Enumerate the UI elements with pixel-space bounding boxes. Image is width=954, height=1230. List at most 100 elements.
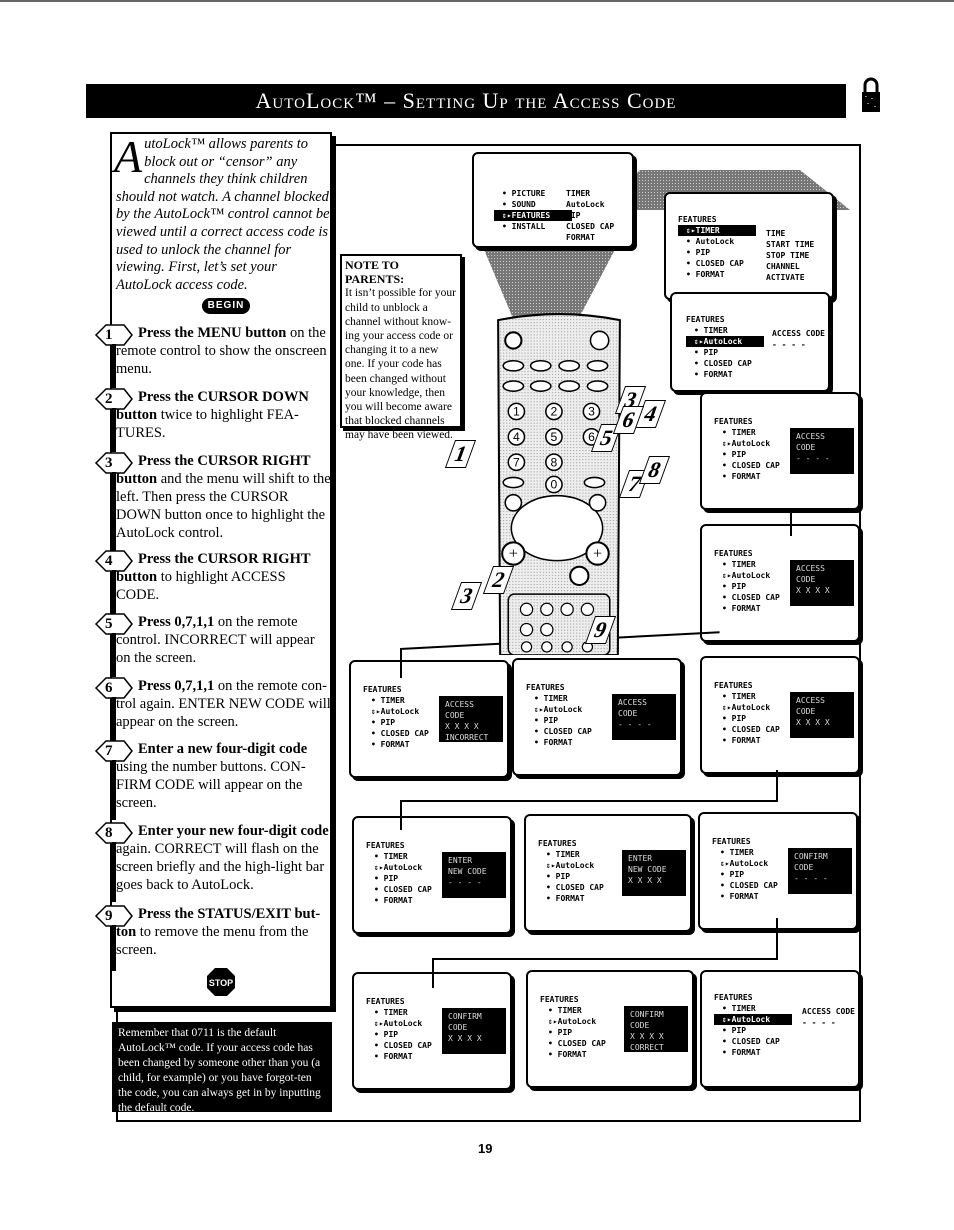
menu-item: • PIP bbox=[374, 1030, 399, 1039]
menu-item: • CLOSED CAP bbox=[722, 593, 780, 602]
features-title: FEATURES bbox=[714, 417, 753, 426]
code-entry-display: ACCESS CODE X X X X bbox=[790, 560, 854, 606]
step-number: 3 bbox=[105, 455, 113, 471]
menu-item-label: AutoLock bbox=[729, 859, 769, 868]
flow-arrow bbox=[432, 958, 434, 988]
menu-item: • PIP bbox=[722, 582, 747, 591]
menu-item-label: CLOSED CAP bbox=[383, 1041, 432, 1050]
begin-badge: BEGIN bbox=[202, 298, 250, 314]
flow-arrow bbox=[400, 800, 402, 830]
code-display-line: CORRECT bbox=[630, 1043, 664, 1052]
menu-item-label: FEATURES bbox=[511, 211, 551, 220]
tv-screen-code-step: FEATURES • TIMER ⇕▸AutoLock • PIP • CLOSED C… bbox=[526, 970, 694, 1088]
submenu-item: PIP bbox=[566, 211, 581, 220]
menu-item-label: TIMER bbox=[731, 692, 756, 701]
submenu-item: CLOSED CAP bbox=[566, 222, 615, 231]
menu-item-label: CLOSED CAP bbox=[383, 885, 432, 894]
menu-item-label: PIP bbox=[731, 450, 747, 459]
tv-screen-code-step: FEATURES • TIMER ⇕▸AutoLock • PIP • CLOSED C… bbox=[700, 656, 860, 774]
page-title: AutoLock™ – Setting Up the Access Code bbox=[86, 84, 846, 118]
code-entry-display: ACCESS CODE X X X X bbox=[790, 692, 854, 738]
code-entry-display: ACCESS CODE - - - - bbox=[612, 694, 676, 740]
svg-text:2: 2 bbox=[551, 405, 558, 419]
submenu-item: ACTIVATE bbox=[766, 273, 805, 282]
step-action: Enter your new four-digit code bbox=[138, 823, 329, 839]
menu-item: • PIP bbox=[686, 248, 711, 257]
menu-item: • TIMER bbox=[548, 1006, 582, 1015]
submenu-item: - - - - bbox=[802, 1018, 836, 1027]
code-display-line: X X X X bbox=[796, 718, 830, 727]
menu-item-selected: ⇕▸AutoLock bbox=[371, 707, 420, 716]
menu-item-label: TIMER bbox=[729, 848, 754, 857]
step-action: Press 0,7,1,1 bbox=[138, 678, 215, 694]
menu-item: • FORMAT bbox=[371, 740, 410, 749]
step-number: 7 bbox=[105, 743, 113, 759]
menu-item-label: TIMER bbox=[695, 226, 720, 235]
menu-item: • FORMAT bbox=[686, 270, 725, 279]
menu-item-label: PIP bbox=[557, 1028, 573, 1037]
code-display-line: NEW CODE bbox=[448, 867, 487, 876]
menu-item-label: PIP bbox=[380, 718, 396, 727]
menu-item: • TIMER bbox=[546, 850, 580, 859]
menu-item-label: PIP bbox=[703, 348, 719, 357]
menu-item-label: FORMAT bbox=[729, 892, 759, 901]
page-number: 19 bbox=[478, 1141, 493, 1156]
code-display-line: - - - - bbox=[794, 874, 828, 883]
menu-item-highlighted: ⇕▸TIMER bbox=[678, 225, 756, 236]
code-display-line: - - - - bbox=[448, 878, 482, 887]
menu-item-label: FORMAT bbox=[695, 270, 725, 279]
menu-item: • FORMAT bbox=[722, 736, 761, 745]
menu-item-label: AutoLock bbox=[695, 237, 735, 246]
menu-item-label: AutoLock bbox=[557, 1017, 597, 1026]
step-text: Press 0,7,1,1 on the remote con-trol aga… bbox=[116, 677, 332, 731]
svg-text:0: 0 bbox=[551, 478, 558, 492]
step-number: 1 bbox=[105, 327, 113, 343]
code-entry-display: ACCESS CODE X X X X INCORRECT bbox=[439, 696, 503, 742]
code-display-line: X X X X bbox=[445, 722, 479, 731]
menu-item-selected: ⇕▸AutoLock bbox=[720, 859, 769, 868]
svg-text:+: + bbox=[593, 545, 602, 563]
menu-item-label: CLOSED CAP bbox=[557, 1039, 606, 1048]
menu-item: • FORMAT bbox=[722, 472, 761, 481]
menu-item-label: AutoLock bbox=[380, 707, 420, 716]
menu-item: • FORMAT bbox=[546, 894, 585, 903]
menu-item: • FORMAT bbox=[374, 1052, 413, 1061]
menu-item: • CLOSED CAP bbox=[722, 461, 780, 470]
menu-item: • PICTURE bbox=[502, 189, 546, 198]
step-number: 2 bbox=[105, 391, 113, 407]
menu-item-label: TIMER bbox=[380, 696, 405, 705]
features-title: FEATURES bbox=[714, 993, 753, 1002]
step-text: Press 0,7,1,1 on the remote control. INC… bbox=[116, 613, 332, 667]
menu-item: • TIMER bbox=[722, 428, 756, 437]
menu-item-label: CLOSED CAP bbox=[543, 727, 592, 736]
default-code-note: Remember that 0711 is the default AutoLo… bbox=[112, 1022, 332, 1114]
step-action: Press 0,7,1,1 bbox=[138, 614, 215, 630]
tv-screen-code-step: FEATURES • TIMER ⇕▸AutoLock • PIP • CLOSED C… bbox=[700, 392, 860, 510]
menu-item-selected: ⇕▸AutoLock bbox=[374, 1019, 423, 1028]
menu-item: • PIP bbox=[722, 450, 747, 459]
submenu-item: TIME bbox=[766, 229, 786, 238]
step-number: 6 bbox=[105, 680, 113, 696]
features-title: FEATURES bbox=[366, 997, 405, 1006]
menu-item: • CLOSED CAP bbox=[374, 885, 432, 894]
svg-text:3: 3 bbox=[588, 405, 595, 419]
code-display-line: X X X X bbox=[448, 1034, 482, 1043]
tv-screen-features-autolock: FEATURES • TIMER ⇕▸AutoLock • PIP • CLOSED C… bbox=[670, 292, 830, 392]
scan-edge bbox=[0, 0, 954, 2]
code-entry-display: ACCESS CODE - - - - bbox=[790, 428, 854, 474]
submenu-item: FORMAT bbox=[566, 233, 595, 242]
menu-item-selected: ⇕▸AutoLock bbox=[374, 863, 423, 872]
menu-item-label: FORMAT bbox=[380, 740, 410, 749]
menu-item-label: FORMAT bbox=[383, 896, 413, 905]
features-title: FEATURES bbox=[712, 837, 751, 846]
menu-item-label: CLOSED CAP bbox=[729, 881, 778, 890]
features-title: FEATURES bbox=[686, 315, 725, 324]
step-text: Press the STATUS/EXIT but-ton to remove … bbox=[116, 905, 332, 959]
menu-item: • TIMER bbox=[720, 848, 754, 857]
code-entry-display: CONFIRM CODE - - - - bbox=[788, 848, 852, 894]
svg-text:4: 4 bbox=[513, 430, 520, 444]
code-display-line: ACCESS CODE bbox=[796, 696, 825, 716]
menu-item-label: FORMAT bbox=[557, 1050, 587, 1059]
menu-item-label: TIMER bbox=[383, 1008, 408, 1017]
code-display-line: X X X X bbox=[628, 876, 662, 885]
